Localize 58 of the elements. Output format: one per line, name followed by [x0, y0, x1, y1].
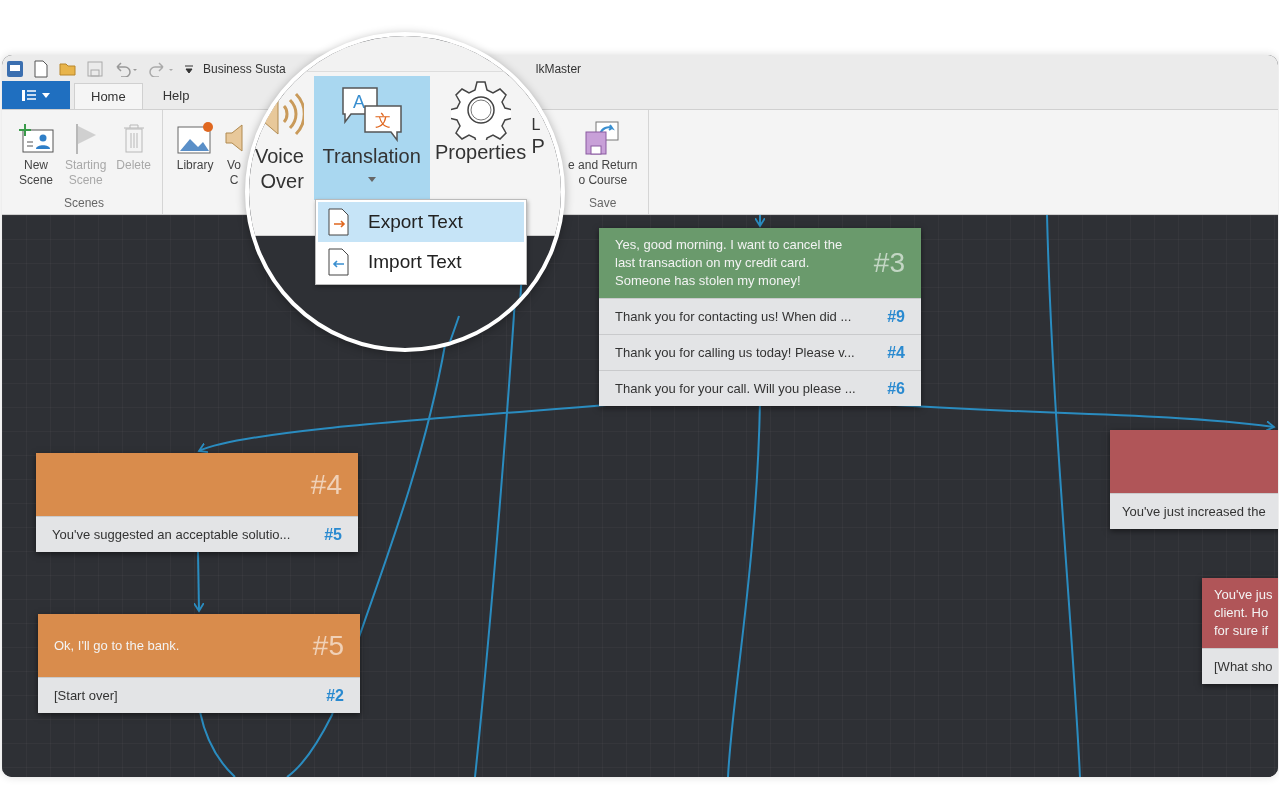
menu-item[interactable]: Import Text [318, 242, 524, 282]
group-label: Scenes [63, 195, 106, 212]
dialogue-node[interactable]: #4 You've suggested an acceptable solutio... #5 [36, 453, 358, 552]
window-title: lkMaster [535, 60, 582, 78]
node-number: #4 [310, 467, 342, 502]
reply-row[interactable]: You've just increased the [1110, 493, 1278, 529]
ribbon-tab[interactable]: Home [74, 83, 143, 109]
ribbon-button[interactable]: L P [531, 76, 561, 200]
connector-arrow [754, 215, 766, 227]
reply-row[interactable]: You've suggested an acceptable solutio... #5 [36, 516, 358, 552]
ribbon-tab[interactable]: Help [146, 83, 206, 109]
menu-icon [22, 89, 36, 101]
target-number: #4 [887, 342, 905, 363]
reply-row[interactable]: Thank you for your call. Will you please ... #6 [599, 370, 921, 406]
save-return-icon [583, 120, 622, 156]
ribbon-button[interactable]: New Scene [14, 118, 58, 194]
node-text: You've jus client. Ho for sure if [1214, 586, 1273, 640]
dialogue-node[interactable]: You've just increased the [1110, 430, 1278, 529]
folder-icon [59, 60, 77, 77]
target-number: #9 [887, 306, 905, 327]
image-icon [176, 121, 215, 155]
node-number: #5 [312, 628, 344, 663]
reply-row[interactable]: Thank you for calling us today! Please v... #4 [599, 334, 921, 370]
new-scene-icon [17, 122, 55, 154]
ribbon-button[interactable]: Library [173, 118, 218, 214]
ribbon-button[interactable]: Properties [431, 76, 530, 200]
undo-icon [113, 60, 139, 77]
ribbon-button[interactable]: A 文 Translation [313, 76, 430, 200]
export-file-icon [328, 208, 350, 236]
file-menu-button[interactable] [2, 81, 70, 109]
new-file-icon [33, 59, 49, 78]
settings-icon [450, 80, 511, 140]
node-text: Ok, I'll go to the bank. [54, 636, 180, 655]
dialogue-node[interactable]: Ok, I'll go to the bank. #5 [Start over] #2 [38, 614, 360, 713]
import-file-icon [328, 248, 350, 276]
redo-icon [149, 60, 175, 77]
window-title: Business Susta [203, 60, 286, 78]
target-number: #5 [324, 524, 342, 545]
menu-item[interactable]: Export Text [318, 202, 524, 242]
reply-row[interactable]: [What sho [1202, 648, 1278, 684]
connector-arrow [192, 551, 205, 612]
reply-row[interactable]: [Start over] #2 [38, 677, 360, 713]
caret-icon [42, 92, 50, 98]
dialogue-node[interactable] [599, 228, 921, 406]
group-label: Save [588, 195, 618, 212]
node-text: Yes, good morning. I want to cancel the last transaction on my credit card. Someone has stolen my money! [615, 236, 843, 290]
app-icon [7, 60, 23, 77]
target-number: #6 [887, 378, 905, 399]
connector-line [199, 711, 236, 777]
target-number: #2 [326, 685, 344, 706]
save-icon [87, 60, 103, 77]
ribbon-button[interactable]: Vo C [221, 118, 248, 214]
ribbon-button[interactable]: Voice Over [249, 76, 304, 200]
node-number: #3 [873, 246, 905, 280]
reply-row[interactable]: Thank you for contacting us! When did ... #9 [599, 298, 921, 334]
ribbon-button[interactable]: e and Return o Course [565, 118, 641, 194]
customize-icon [185, 63, 193, 74]
dialogue-node[interactable]: You've jus client. Ho for sure if [What sho [1202, 578, 1278, 684]
